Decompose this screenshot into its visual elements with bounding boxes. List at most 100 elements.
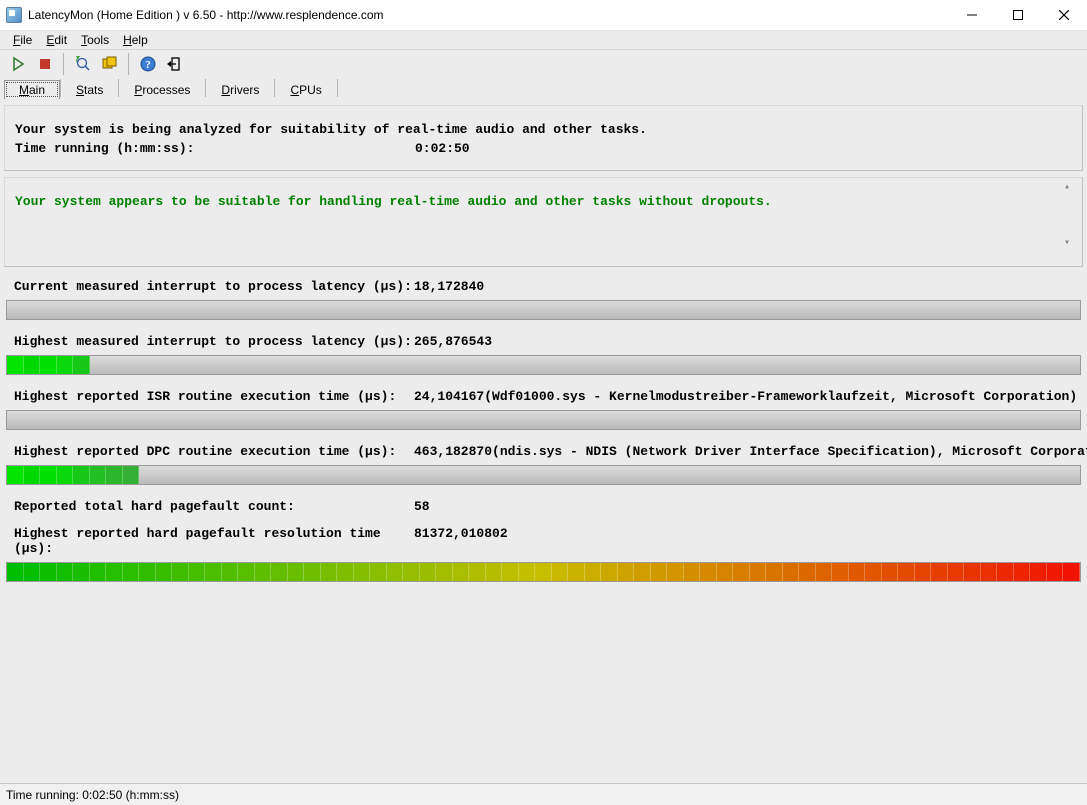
bar-segment: [618, 563, 635, 581]
metric-value: 58: [414, 499, 430, 514]
metric-value: 18,172840: [414, 279, 484, 294]
menu-file[interactable]: File: [6, 32, 39, 48]
windows-icon: [102, 56, 118, 72]
toolbar-separator: [128, 53, 129, 75]
bar-segment: [1063, 563, 1080, 581]
bar-segment: [321, 563, 338, 581]
refresh-button[interactable]: [71, 53, 94, 75]
bar-segment: [585, 563, 602, 581]
menubar: File Edit Tools Help: [0, 30, 1087, 49]
metric-line: Highest reported ISR routine execution t…: [4, 383, 1083, 410]
menu-edit[interactable]: Edit: [39, 32, 74, 48]
bar-segment: [816, 563, 833, 581]
tabbar: Main Stats Processes Drivers CPUs: [0, 77, 1087, 99]
bar-segment: [469, 563, 486, 581]
metric-bar: [6, 410, 1081, 430]
maximize-icon: [1013, 10, 1023, 20]
stop-icon: [37, 56, 53, 72]
bar-segment: [799, 563, 816, 581]
bar-segment: [271, 563, 288, 581]
bar-segment: [915, 563, 932, 581]
stop-button[interactable]: [33, 53, 56, 75]
close-button[interactable]: [1041, 0, 1087, 30]
bar-segment: [568, 563, 585, 581]
tab-stats[interactable]: Stats: [61, 80, 118, 99]
bar-segment: [964, 563, 981, 581]
bar-segment: [40, 563, 57, 581]
bar-segment: [931, 563, 948, 581]
metric-bar: [6, 465, 1081, 485]
minimize-button[interactable]: [949, 0, 995, 30]
metric-extra: (ndis.sys - NDIS (Network Driver Interfa…: [492, 444, 1087, 459]
bar-segment: [535, 563, 552, 581]
exit-icon: [167, 56, 183, 72]
bar-segment: [667, 563, 684, 581]
bar-segment: [304, 563, 321, 581]
bar-segment: [1014, 563, 1031, 581]
metric-line: Highest reported DPC routine execution t…: [4, 438, 1083, 465]
bar-segment: [57, 466, 74, 484]
bar-segment: [156, 563, 173, 581]
bar-segment: [766, 563, 783, 581]
bar-segment: [700, 563, 717, 581]
statusbar: Time running: 0:02:50 (h:mm:ss): [0, 783, 1087, 805]
bar-segment: [73, 466, 90, 484]
bar-segment: [783, 563, 800, 581]
bar-segment: [832, 563, 849, 581]
bar-segment: [849, 563, 866, 581]
tab-processes[interactable]: Processes: [119, 80, 205, 99]
bar-segment: [255, 563, 272, 581]
exit-button[interactable]: [163, 53, 186, 75]
help-icon: ?: [140, 56, 156, 72]
menu-tools[interactable]: Tools: [74, 32, 116, 48]
metric-block: Reported total hard pagefault count:58Hi…: [4, 493, 1083, 582]
bar-segment: [7, 466, 24, 484]
tab-main[interactable]: Main: [4, 80, 60, 99]
bar-segment: [717, 563, 734, 581]
metric-bar: [6, 562, 1081, 582]
time-running-value: 0:02:50: [415, 141, 470, 156]
scroll-up-icon: ▴: [1064, 184, 1078, 192]
metric-label: Current measured interrupt to process la…: [14, 279, 414, 294]
bar-segment: [189, 563, 206, 581]
bar-segment: [436, 563, 453, 581]
maximize-button[interactable]: [995, 0, 1041, 30]
metric-value: 81372,010802: [414, 526, 508, 556]
metric-line: Current measured interrupt to process la…: [4, 273, 1083, 300]
app-icon: [6, 7, 22, 23]
bar-segment: [981, 563, 998, 581]
bar-segment: [387, 563, 404, 581]
play-icon: [10, 56, 26, 72]
bar-segment: [40, 466, 57, 484]
bar-segment: [123, 563, 140, 581]
metric-label: Highest reported ISR routine execution t…: [14, 389, 414, 404]
bar-segment: [684, 563, 701, 581]
menu-help[interactable]: Help: [116, 32, 155, 48]
bar-segment: [106, 466, 123, 484]
bar-segment: [57, 563, 74, 581]
bar-segment: [882, 563, 899, 581]
bar-segment: [238, 563, 255, 581]
scroll-down-icon: ▾: [1064, 240, 1078, 248]
bar-segment: [634, 563, 651, 581]
bar-segment: [40, 356, 57, 374]
bar-segment: [139, 563, 156, 581]
windows-button[interactable]: [98, 53, 121, 75]
bar-segment: [7, 356, 24, 374]
tab-cpus[interactable]: CPUs: [275, 80, 336, 99]
metric-value: 265,876543: [414, 334, 492, 349]
bar-segment: [7, 563, 24, 581]
status-panel: Your system appears to be suitable for h…: [4, 177, 1083, 267]
start-button[interactable]: [6, 53, 29, 75]
tab-drivers[interactable]: Drivers: [206, 80, 274, 99]
window-controls: [949, 0, 1087, 30]
bar-segment: [403, 563, 420, 581]
bar-segment: [552, 563, 569, 581]
bar-segment: [90, 466, 107, 484]
status-text: Your system appears to be suitable for h…: [15, 194, 1072, 209]
bar-segment: [733, 563, 750, 581]
help-button[interactable]: ?: [136, 53, 159, 75]
app-window: LatencyMon (Home Edition ) v 6.50 - http…: [0, 0, 1087, 805]
status-scroll[interactable]: ▴▾: [1064, 184, 1078, 248]
bar-segment: [601, 563, 618, 581]
